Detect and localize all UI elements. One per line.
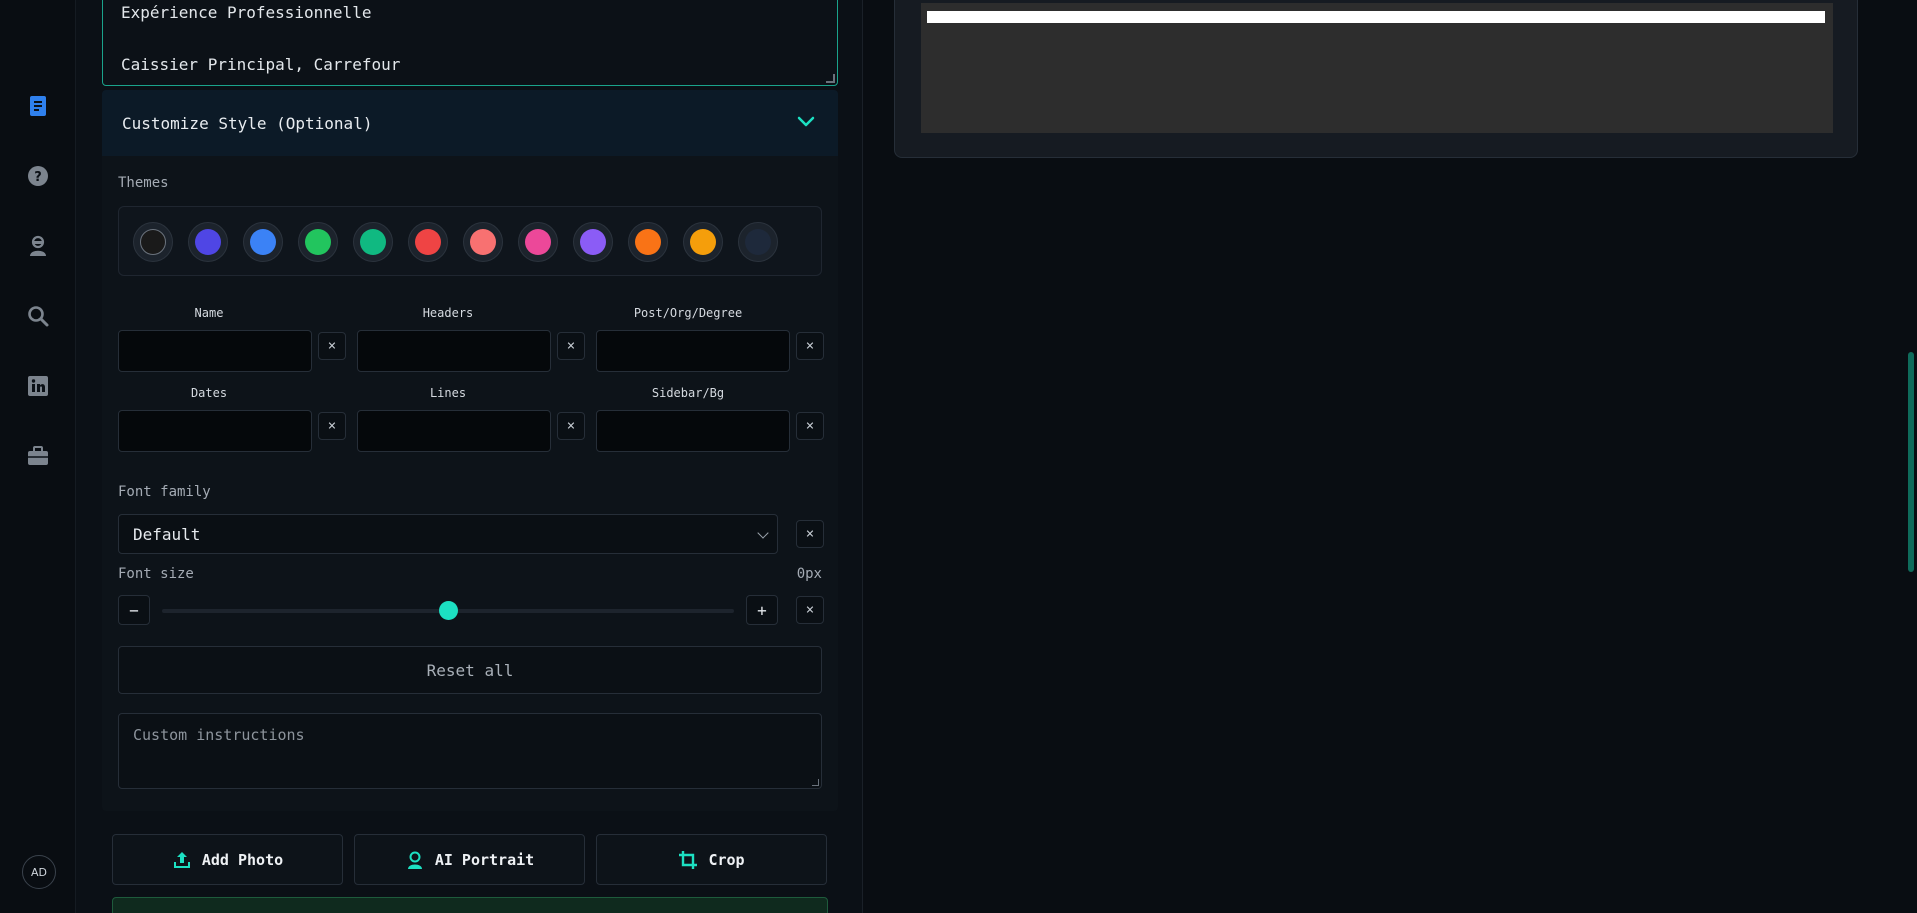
font-family-select[interactable]: Default — [118, 514, 778, 554]
themes-palette — [118, 206, 822, 276]
clear-dates-color-button[interactable]: × — [318, 412, 346, 440]
chevron-down-icon — [757, 527, 769, 539]
customize-style-section: Customize Style (Optional) Themes Name ×… — [102, 90, 838, 811]
clear-headers-color-button[interactable]: × — [557, 332, 585, 360]
lines-color-input[interactable] — [357, 410, 551, 452]
customize-style-title: Customize Style (Optional) — [122, 113, 373, 133]
name-color-input[interactable] — [118, 330, 312, 372]
search-icon[interactable] — [22, 300, 54, 332]
font-family-value: Default — [133, 524, 201, 544]
clear-name-color-button[interactable]: × — [318, 332, 346, 360]
headers-color-input[interactable] — [357, 330, 551, 372]
add-photo-label: Add Photo — [201, 850, 284, 869]
sidebar-color-label: Sidebar/Bg — [651, 386, 725, 400]
page-scrollbar[interactable] — [1908, 352, 1914, 572]
lines-color-label: Lines — [429, 386, 467, 400]
clear-font-family-button[interactable]: × — [796, 520, 824, 548]
clear-lines-color-button[interactable]: × — [557, 412, 585, 440]
theme-swatch[interactable] — [133, 222, 173, 262]
theme-swatch[interactable] — [298, 222, 338, 262]
themes-label: Themes — [118, 175, 169, 191]
clear-sidebar-color-button[interactable]: × — [796, 412, 824, 440]
theme-swatch[interactable] — [518, 222, 558, 262]
theme-swatch[interactable] — [463, 222, 503, 262]
clear-font-size-button[interactable]: × — [796, 596, 824, 624]
resume-preview-canvas — [921, 3, 1833, 133]
customize-style-header[interactable]: Customize Style (Optional) — [102, 90, 838, 156]
post-color-label: Post/Org/Degree — [633, 306, 743, 320]
crop-icon — [679, 850, 698, 869]
custom-instructions-placeholder: Custom instructions — [133, 726, 305, 744]
icon-rail: ? AD — [0, 0, 76, 913]
resume-icon[interactable] — [22, 90, 54, 122]
name-color-label: Name — [194, 306, 224, 320]
crop-label: Crop — [708, 850, 745, 869]
portrait-icon — [407, 851, 422, 869]
font-family-label: Font family — [118, 484, 211, 500]
font-size-value: 0px — [796, 566, 822, 582]
font-size-label: Font size — [118, 566, 194, 582]
linkedin-icon[interactable] — [22, 370, 54, 402]
resume-textarea[interactable]: Expérience Professionnelle Caissier Prin… — [102, 0, 838, 86]
theme-swatch[interactable] — [188, 222, 228, 262]
font-size-slider-thumb[interactable] — [438, 601, 458, 620]
post-color-input[interactable] — [596, 330, 790, 372]
reset-all-button[interactable]: Reset all — [118, 646, 822, 694]
briefcase-icon[interactable] — [22, 440, 54, 472]
resume-line: Caissier Principal, Carrefour — [121, 55, 401, 74]
resume-line: Expérience Professionnelle — [121, 3, 372, 22]
clear-post-color-button[interactable]: × — [796, 332, 824, 360]
resume-preview-page — [927, 11, 1825, 23]
chevron-down-icon — [797, 116, 815, 127]
theme-swatch[interactable] — [738, 222, 778, 262]
theme-swatch[interactable] — [628, 222, 668, 262]
svg-text:?: ? — [34, 170, 42, 185]
resize-handle[interactable] — [826, 74, 835, 83]
upload-icon — [173, 851, 190, 868]
dates-color-input[interactable] — [118, 410, 312, 452]
help-icon[interactable]: ? — [22, 160, 54, 192]
interview-icon[interactable] — [22, 230, 54, 262]
avatar[interactable]: AD — [22, 855, 56, 889]
theme-swatch[interactable] — [243, 222, 283, 262]
theme-swatch[interactable] — [408, 222, 448, 262]
status-banner — [112, 897, 828, 913]
custom-instructions-input[interactable]: Custom instructions — [118, 713, 822, 789]
headers-color-label: Headers — [422, 306, 474, 320]
ai-portrait-label: AI Portrait — [434, 850, 535, 869]
add-photo-button[interactable]: Add Photo — [112, 834, 343, 885]
resume-preview-frame — [894, 0, 1858, 158]
crop-button[interactable]: Crop — [596, 834, 827, 885]
theme-swatch[interactable] — [683, 222, 723, 262]
font-size-decrease-button[interactable]: − — [118, 595, 150, 625]
sidebar-color-input[interactable] — [596, 410, 790, 452]
resize-handle[interactable] — [812, 779, 819, 786]
ai-portrait-button[interactable]: AI Portrait — [354, 834, 585, 885]
font-size-increase-button[interactable]: + — [746, 595, 778, 625]
theme-swatch[interactable] — [573, 222, 613, 262]
dates-color-label: Dates — [190, 386, 228, 400]
theme-swatch[interactable] — [353, 222, 393, 262]
